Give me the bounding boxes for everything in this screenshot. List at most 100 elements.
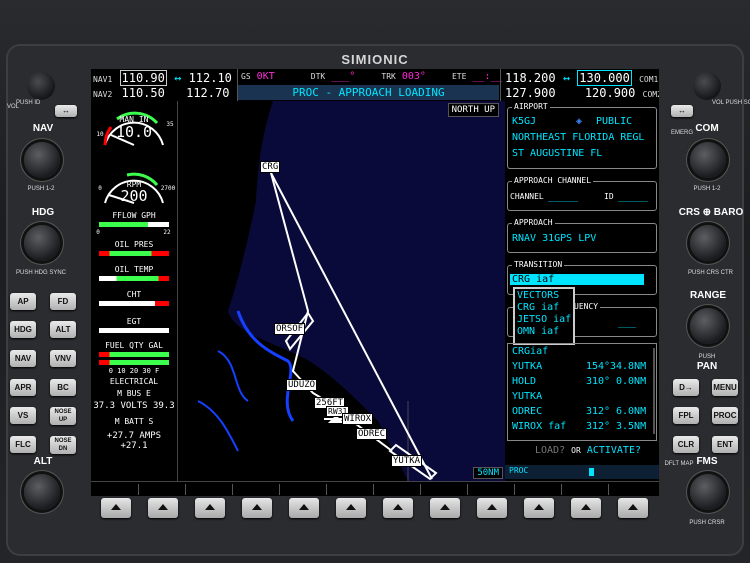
clr-button[interactable]: CLR <box>673 436 699 453</box>
com-swap-button[interactable]: ↔ <box>671 105 693 117</box>
softkey-1[interactable] <box>101 498 131 518</box>
softkey-5[interactable] <box>289 498 319 518</box>
nav-label: NAV <box>32 123 54 134</box>
vol-knob[interactable] <box>27 72 55 100</box>
hdg-button[interactable]: HDG <box>10 321 36 338</box>
softkey-7[interactable] <box>383 498 413 518</box>
softkey-12[interactable] <box>618 498 648 518</box>
channel-value[interactable]: _____ <box>548 191 578 202</box>
softkey-10[interactable] <box>524 498 554 518</box>
hdg-knob[interactable] <box>24 225 60 261</box>
map-orientation[interactable]: NORTH UP <box>447 103 499 117</box>
nav1-row: NAV1 110.90 ↔ 112.10 <box>93 70 232 86</box>
waypoint-label[interactable]: UDUZO <box>286 379 318 391</box>
com-label: COM <box>695 123 719 134</box>
range-pan-knob[interactable] <box>690 308 726 344</box>
waypoint-label[interactable]: ORSOF <box>274 323 306 335</box>
transition-dropdown[interactable]: VECTORS CRG iaf JETSO iaf OMN iaf <box>513 287 575 345</box>
apr-button[interactable]: APR <box>10 379 36 396</box>
nose-up-button[interactable]: NOSE UP <box>50 407 76 425</box>
cht-label: CHT <box>126 290 142 299</box>
vnv-button[interactable]: VNV <box>50 350 76 367</box>
dropdown-option[interactable]: VECTORS <box>517 290 559 301</box>
dropdown-option[interactable]: OMN iaf <box>517 326 559 337</box>
nav-button[interactable]: NAV <box>10 350 36 367</box>
flc-button[interactable]: FLC <box>10 436 36 453</box>
bc-button[interactable]: BC <box>50 379 76 396</box>
fpl-button[interactable]: FPL <box>673 407 699 424</box>
nav-push-label: PUSH 1-2 <box>27 186 55 192</box>
fflow-max: 22 <box>163 229 171 236</box>
dtk-label: DTK <box>310 72 326 81</box>
nose-dn-button[interactable]: NOSE DN <box>50 436 76 454</box>
id-value[interactable]: _____ <box>618 191 648 202</box>
load-text[interactable]: LOAD? <box>535 445 565 456</box>
airport-type: PUBLIC <box>596 116 633 127</box>
waypoint-label[interactable]: YUTKA <box>391 455 423 467</box>
com2-row: 127.900 120.900 COM2 <box>505 86 659 100</box>
crs-baro-knob[interactable] <box>690 225 726 261</box>
fms-knob[interactable] <box>690 474 726 510</box>
com-knob[interactable] <box>690 142 726 178</box>
com-vol-knob[interactable] <box>693 72 721 100</box>
nav1-standby[interactable]: 112.10 <box>189 71 232 85</box>
softkey-3[interactable] <box>195 498 225 518</box>
nav-knob[interactable] <box>24 142 60 178</box>
divider <box>500 69 501 101</box>
transition-value[interactable]: CRG iaf <box>510 274 644 285</box>
hdg-label: HDG <box>31 207 55 218</box>
electrical-label: ELECTRICAL <box>109 377 159 386</box>
approach-value[interactable]: RNAV 31GPS LPV <box>512 233 596 244</box>
waypoint-label[interactable]: CRG <box>260 161 281 173</box>
dropdown-option[interactable]: CRG iaf <box>517 302 559 313</box>
batt-row: M BATT S <box>114 417 154 426</box>
trk-value: 003° <box>401 71 426 82</box>
nav-swap-button[interactable]: ↔ <box>55 105 77 117</box>
softkey-11[interactable] <box>571 498 601 518</box>
ete-value: __:__ <box>472 71 503 82</box>
legs-scrollbar[interactable] <box>653 348 655 434</box>
oil-temp-label: OIL TEMP <box>114 265 154 274</box>
fd-button[interactable]: FD <box>50 293 76 310</box>
nav2-row: NAV2 110.50 112.70 <box>93 86 229 100</box>
ap-button[interactable]: AP <box>10 293 36 310</box>
menu-button[interactable]: MENU <box>712 379 738 396</box>
alt-button[interactable]: ALT <box>50 321 76 338</box>
fflow-label: FFLOW GPH <box>112 211 156 220</box>
softkey-4[interactable] <box>242 498 272 518</box>
leg-name: CRGiaf <box>512 346 549 357</box>
fuel-bar-right <box>99 360 169 365</box>
leg-course: 310° <box>586 376 611 387</box>
status-row: GS 0KT DTK ___° TRK 003° ETE __:__ <box>241 71 503 82</box>
com1-active[interactable]: 118.200 <box>505 71 556 85</box>
dropdown-option[interactable]: JETSO iaf <box>517 314 571 325</box>
pan-label: PAN <box>696 361 718 372</box>
nav1-active[interactable]: 110.90 <box>119 70 167 86</box>
alt-knob[interactable] <box>24 474 60 510</box>
amps-row: +27.7 AMPS +27.1 <box>106 431 162 451</box>
com1-standby[interactable]: 130.000 <box>577 70 632 86</box>
softkey-8[interactable] <box>430 498 460 518</box>
waypoint-label[interactable]: WIROX <box>342 413 374 425</box>
direct-to-button[interactable]: D→ <box>673 379 699 396</box>
com2-active[interactable]: 127.900 <box>505 86 556 100</box>
nav2-active[interactable]: 110.50 <box>122 86 165 100</box>
softkey-2[interactable] <box>148 498 178 518</box>
moving-map[interactable]: CRG ORSOF UDUZO 256FT RW31 WIROX ODREC Y… <box>178 101 505 481</box>
ent-button[interactable]: ENT <box>712 436 738 453</box>
leg-name: WIROX faf <box>512 421 567 432</box>
id-label: ID <box>604 192 614 201</box>
waypoint-label[interactable]: ODREC <box>356 428 388 440</box>
transition-title: TRANSITION <box>512 260 565 269</box>
leg-name: YUTKA <box>512 361 543 372</box>
proc-button[interactable]: PROC <box>712 407 738 424</box>
channel-label: CHANNEL <box>510 192 544 201</box>
airport-id[interactable]: K5GJ <box>512 116 536 127</box>
vs-button[interactable]: VS <box>10 407 36 424</box>
softkey-9[interactable] <box>477 498 507 518</box>
nav2-standby[interactable]: 112.70 <box>186 86 229 100</box>
activate-text[interactable]: ACTIVATE? <box>587 445 641 456</box>
proc-footer: PROC <box>505 465 659 479</box>
com2-standby[interactable]: 120.900 <box>585 86 636 100</box>
softkey-6[interactable] <box>336 498 366 518</box>
